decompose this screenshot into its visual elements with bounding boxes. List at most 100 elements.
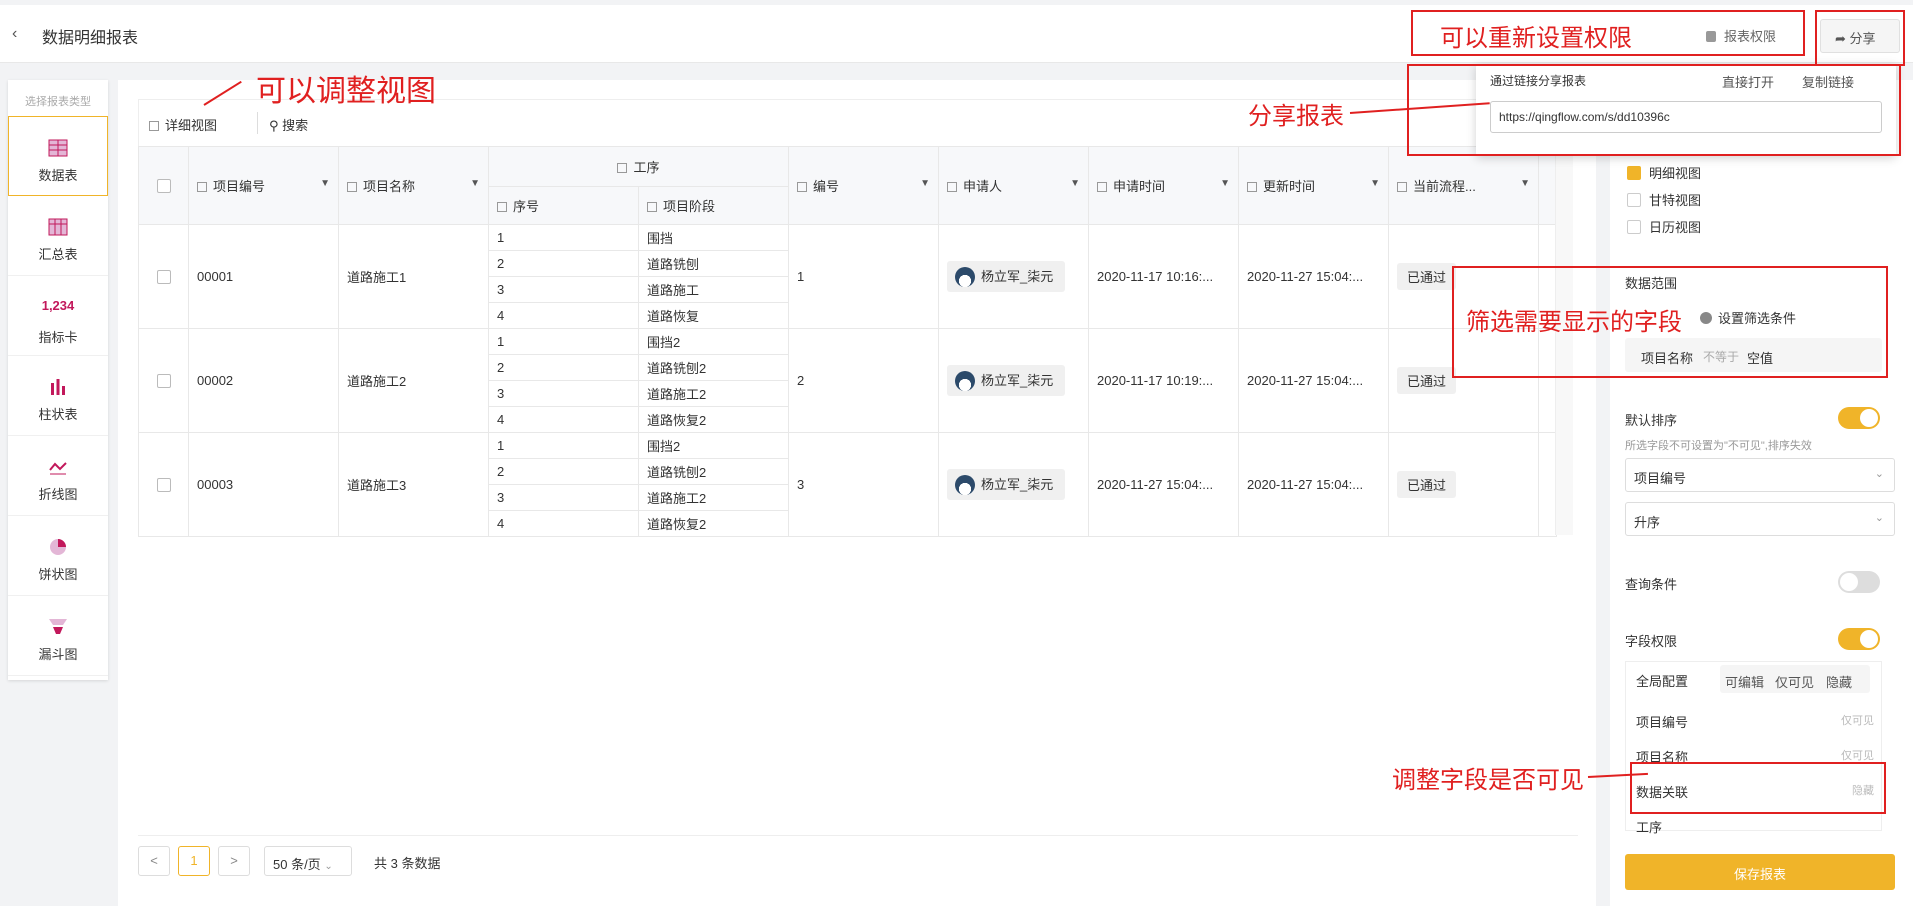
annotation-text: 可以调整视图 bbox=[256, 75, 436, 108]
caret-down-icon[interactable]: ▼ bbox=[1370, 178, 1380, 189]
cell-stage: 道路恢复 bbox=[638, 302, 789, 329]
status-badge: 已通过 bbox=[1397, 367, 1457, 394]
funnel-icon bbox=[49, 619, 67, 634]
checkbox[interactable] bbox=[1627, 193, 1641, 207]
table-row[interactable]: 00003 道路施工3 1 围挡2 3 杨立军_柒元 2020-11-27 15:04:..… bbox=[138, 432, 1557, 537]
sidebar-item-bar-chart[interactable]: 柱状表 bbox=[8, 356, 108, 436]
user-icon bbox=[947, 182, 957, 192]
save-report-button[interactable]: 保存报表 bbox=[1625, 854, 1895, 890]
sidebar-item-line-chart[interactable]: 折线图 bbox=[8, 436, 108, 516]
default-sort-toggle[interactable] bbox=[1838, 407, 1880, 429]
query-toggle[interactable] bbox=[1838, 571, 1880, 593]
cell-seq: 2 bbox=[488, 354, 639, 381]
view-option-calendar[interactable]: 日历视图 bbox=[1627, 217, 1701, 236]
table-icon bbox=[48, 139, 68, 157]
col-project-no[interactable]: 项目编号 ▼ bbox=[188, 146, 339, 225]
applicant-chip[interactable]: 杨立军_柒元 bbox=[947, 468, 1066, 501]
cell-seq: 2 bbox=[488, 250, 639, 277]
col-project-name[interactable]: 项目名称 ▼ bbox=[338, 146, 489, 225]
sidebar-item-label: 柱状表 bbox=[38, 407, 78, 422]
cell-seq: 3 bbox=[488, 276, 639, 303]
sidebar-item-pie-chart[interactable]: 饼状图 bbox=[8, 516, 108, 596]
col-applicant[interactable]: 申请人 ▼ bbox=[938, 146, 1089, 225]
view-option-gantt[interactable]: 甘特视图 bbox=[1627, 190, 1701, 209]
row-scroll-gap bbox=[1538, 432, 1557, 537]
col-update-time[interactable]: 更新时间 ▼ bbox=[1238, 146, 1389, 225]
cell-project-no: 00001 bbox=[188, 224, 339, 329]
perm-option-editable[interactable]: 可编辑 bbox=[1725, 672, 1764, 691]
avatar bbox=[955, 371, 975, 392]
sidebar-item-data-table[interactable]: 数据表 bbox=[8, 116, 108, 196]
annotation-text: 调整字段是否可见 bbox=[1392, 767, 1584, 794]
applicant-chip[interactable]: 杨立军_柒元 bbox=[947, 364, 1066, 397]
page-size-select[interactable]: 50 条/页 ⌄ bbox=[264, 846, 352, 876]
cell-apply-time: 2020-11-17 10:16:... bbox=[1088, 224, 1239, 329]
checkbox-checked[interactable] bbox=[1627, 166, 1641, 180]
caret-down-icon[interactable]: ▼ bbox=[470, 178, 480, 189]
perm-option-hidden[interactable]: 隐藏 bbox=[1826, 672, 1852, 691]
chevron-left-icon[interactable]: ‹ bbox=[12, 25, 17, 43]
chevron-down-icon: ⌄ bbox=[1874, 468, 1884, 480]
caret-down-icon[interactable]: ▼ bbox=[1520, 178, 1530, 189]
prev-page-button[interactable]: < bbox=[138, 846, 170, 876]
sidebar-item-number-card[interactable]: 1,234 指标卡 bbox=[8, 276, 108, 356]
sidebar-title: 选择报表类型 bbox=[25, 96, 91, 108]
field-perm-toggle[interactable] bbox=[1838, 628, 1880, 650]
col-apply-time[interactable]: 申请时间 ▼ bbox=[1088, 146, 1239, 225]
select-all-checkbox[interactable] bbox=[156, 179, 171, 194]
col-flow[interactable]: 当前流程... ▼ bbox=[1388, 146, 1539, 225]
row-select[interactable] bbox=[138, 432, 189, 537]
default-sort-title: 默认排序 bbox=[1625, 413, 1678, 428]
report-type-sidebar: 选择报表类型 数据表 汇总表 1,234 指标卡 柱状表 折线图 饼状图 漏斗图 bbox=[8, 80, 108, 680]
cell-update-time: 2020-11-27 15:04:... bbox=[1238, 432, 1389, 537]
cell-seq: 4 bbox=[488, 510, 639, 537]
sort-field-select[interactable]: 项目编号 ⌄ bbox=[1625, 458, 1895, 492]
table-row[interactable]: 00001 道路施工1 1 围挡 1 杨立军_柒元 2020-11-17 10:16:...… bbox=[138, 224, 1557, 329]
status-badge: 已通过 bbox=[1397, 471, 1457, 498]
cell-seq: 3 bbox=[488, 380, 639, 407]
sidebar-item-funnel[interactable]: 漏斗图 bbox=[8, 596, 108, 676]
cell-stage: 道路恢复2 bbox=[638, 406, 789, 433]
row-checkbox[interactable] bbox=[156, 374, 171, 389]
chevron-down-icon: ⌄ bbox=[1874, 512, 1884, 524]
field-perm-row[interactable]: 工序 bbox=[1636, 817, 1874, 836]
cell-seq: 2 bbox=[488, 458, 639, 485]
data-table: 项目编号 ▼ 项目名称 ▼ 工序 编号 ▼ 申请人 ▼ 申请时间 ▼ 更新时间 ▼ 当前流程… bbox=[138, 146, 1557, 537]
sidebar-item-summary-table[interactable]: 汇总表 bbox=[8, 196, 108, 276]
view-option-detail[interactable]: 明细视图 bbox=[1627, 163, 1701, 182]
line-chart-icon bbox=[49, 462, 67, 475]
field-perm-title: 字段权限 bbox=[1625, 634, 1678, 649]
page-title: 数据明细报表 bbox=[42, 30, 139, 47]
cell-update-time: 2020-11-27 15:04:... bbox=[1238, 224, 1389, 329]
col-stage[interactable]: 项目阶段 bbox=[638, 186, 789, 225]
field-icon bbox=[197, 182, 207, 192]
row-checkbox[interactable] bbox=[156, 478, 171, 493]
applicant-chip[interactable]: 杨立军_柒元 bbox=[947, 260, 1066, 293]
current-page-button[interactable]: 1 bbox=[178, 846, 210, 876]
sidebar-item-label: 折线图 bbox=[38, 487, 78, 502]
field-perm-row[interactable]: 项目编号 仅可见 bbox=[1636, 712, 1874, 731]
cell-stage: 道路施工2 bbox=[638, 484, 789, 511]
row-select[interactable] bbox=[138, 328, 189, 433]
view-switch-button[interactable]: 详细视图 bbox=[149, 115, 217, 134]
cell-seq: 3 bbox=[488, 484, 639, 511]
cell-seq: 1 bbox=[488, 328, 639, 355]
caret-down-icon[interactable]: ▼ bbox=[1220, 178, 1230, 189]
col-seq[interactable]: 序号 bbox=[488, 186, 639, 225]
checkbox[interactable] bbox=[1627, 220, 1641, 234]
caret-down-icon[interactable]: ▼ bbox=[920, 178, 930, 189]
row-checkbox[interactable] bbox=[156, 270, 171, 285]
cell-stage: 道路恢复2 bbox=[638, 510, 789, 537]
caret-down-icon[interactable]: ▼ bbox=[1070, 178, 1080, 189]
next-page-button[interactable]: > bbox=[218, 846, 250, 876]
table-row[interactable]: 00002 道路施工2 1 围挡2 2 杨立军_柒元 2020-11-17 10:19:..… bbox=[138, 328, 1557, 433]
sort-order-select[interactable]: 升序 ⌄ bbox=[1625, 502, 1895, 536]
perm-option-visible[interactable]: 仅可见 bbox=[1775, 672, 1814, 691]
sidebar-item-label: 漏斗图 bbox=[38, 647, 78, 662]
row-select[interactable] bbox=[138, 224, 189, 329]
caret-down-icon[interactable]: ▼ bbox=[320, 178, 330, 189]
calendar-icon bbox=[1097, 182, 1107, 192]
search-button[interactable]: ⚲ 搜索 bbox=[269, 115, 308, 134]
total-count: 共 3 条数据 bbox=[374, 856, 441, 871]
col-code[interactable]: 编号 ▼ bbox=[788, 146, 939, 225]
